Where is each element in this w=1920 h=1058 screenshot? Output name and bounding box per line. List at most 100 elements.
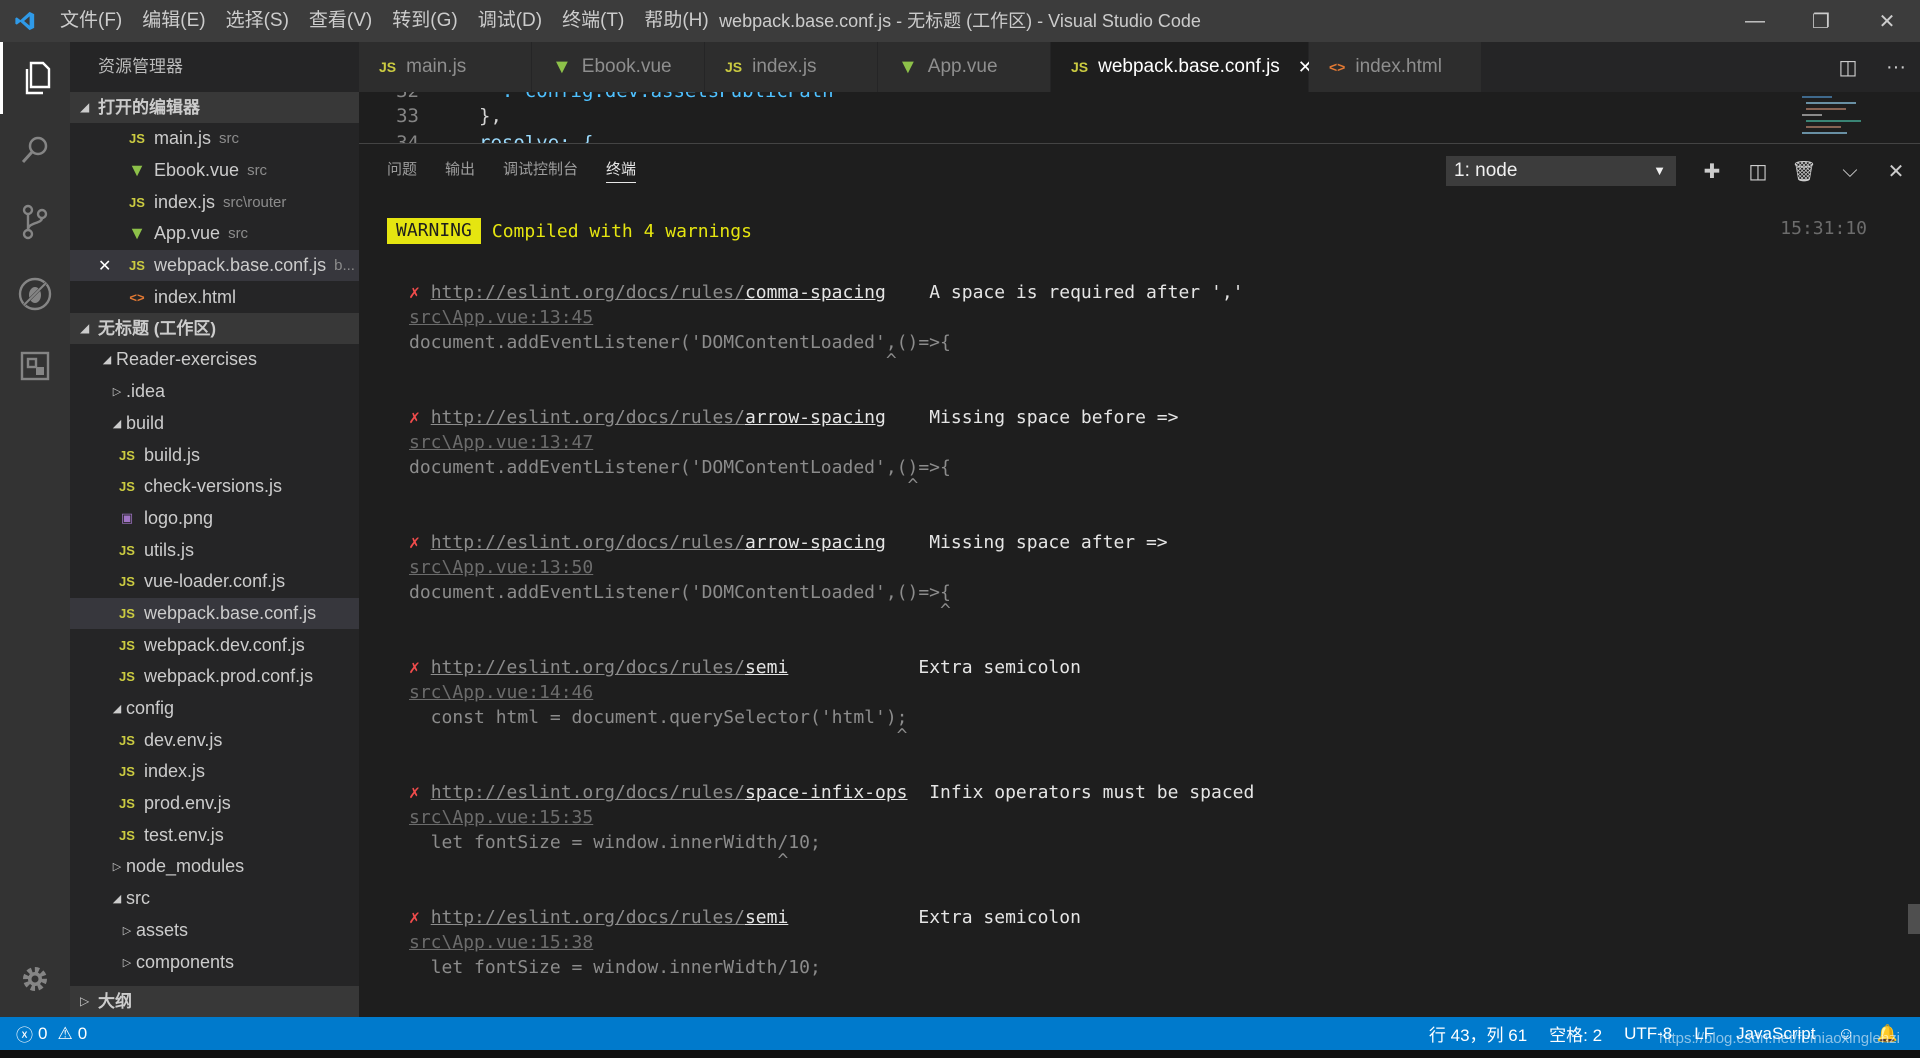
error-count: 0 bbox=[38, 1023, 48, 1043]
rule-url[interactable]: http://eslint.org/docs/rules/ bbox=[431, 907, 745, 928]
menu-selection[interactable]: 选择(S) bbox=[216, 0, 299, 42]
cursor-position[interactable]: 行 43，列 61 bbox=[1429, 1021, 1527, 1046]
tree-file[interactable]: JS utils.js bbox=[70, 534, 359, 566]
rule-name[interactable]: semi bbox=[745, 907, 788, 928]
lint-issue: ✗ http://eslint.org/docs/rules/semi Extr… bbox=[409, 905, 1809, 980]
minimap[interactable] bbox=[1800, 92, 1880, 143]
issue-location[interactable]: src\App.vue:15:38 bbox=[409, 932, 593, 953]
search-icon[interactable] bbox=[0, 114, 70, 186]
menu-go[interactable]: 转到(G) bbox=[382, 0, 467, 42]
tab-webpack-base-conf[interactable]: JS webpack.base.conf.js ✕ bbox=[1051, 42, 1313, 92]
open-editor-item[interactable]: ▼ Ebook.vue src bbox=[70, 155, 359, 187]
tab-app-vue[interactable]: ▼ App.vue bbox=[878, 42, 1051, 92]
issue-location[interactable]: src\App.vue:14:46 bbox=[409, 682, 593, 703]
js-file-icon: JS bbox=[119, 669, 135, 685]
tree-file[interactable]: JS dev.env.js bbox=[70, 724, 359, 756]
tree-folder[interactable]: ◢ build bbox=[70, 408, 359, 440]
tree-file[interactable]: JS check-versions.js bbox=[70, 471, 359, 503]
code-editor[interactable]: 32 : config.dev.assetsPublicPath 33 }, 3… bbox=[359, 92, 1920, 143]
open-editor-item-active[interactable]: ✕ JS webpack.base.conf.js b... bbox=[70, 249, 359, 282]
tree-file[interactable]: JS vue-loader.conf.js bbox=[70, 566, 359, 598]
restore-button[interactable]: ❐ bbox=[1788, 0, 1854, 42]
rule-name[interactable]: arrow-spacing bbox=[745, 407, 886, 428]
open-editor-item[interactable]: <> index.html bbox=[70, 281, 359, 313]
workspace-header[interactable]: ◢ 无标题 (工作区) bbox=[70, 313, 359, 345]
rule-name[interactable]: comma-spacing bbox=[745, 282, 886, 303]
terminal-scrollbar[interactable] bbox=[1908, 904, 1920, 934]
minimize-button[interactable]: — bbox=[1722, 0, 1788, 42]
tree-folder[interactable]: ▷ components bbox=[70, 946, 359, 978]
debug-icon[interactable] bbox=[0, 258, 70, 330]
rule-url[interactable]: http://eslint.org/docs/rules/ bbox=[431, 532, 745, 553]
rule-name[interactable]: semi bbox=[745, 657, 788, 678]
new-terminal-icon[interactable]: ✚ bbox=[1689, 154, 1735, 188]
rule-url[interactable]: http://eslint.org/docs/rules/ bbox=[431, 782, 745, 803]
tree-file[interactable]: JS webpack.prod.conf.js bbox=[70, 661, 359, 693]
tree-file[interactable]: JS build.js bbox=[70, 439, 359, 471]
lint-issue: ✗ http://eslint.org/docs/rules/space-inf… bbox=[409, 780, 1809, 870]
tab-ebook-vue[interactable]: ▼ Ebook.vue bbox=[532, 42, 705, 92]
chevron-down-icon: ◢ bbox=[102, 354, 112, 367]
rule-name[interactable]: space-infix-ops bbox=[745, 782, 908, 803]
menu-debug[interactable]: 调试(D) bbox=[468, 0, 552, 42]
tab-debug-console[interactable]: 调试控制台 bbox=[503, 144, 578, 196]
extensions-icon[interactable] bbox=[0, 330, 70, 402]
terminal-select[interactable]: 1: node ▼ bbox=[1446, 156, 1676, 186]
open-editor-item[interactable]: JS main.js src bbox=[70, 123, 359, 155]
tree-folder[interactable]: ▷ assets bbox=[70, 915, 359, 947]
explorer-icon[interactable] bbox=[0, 42, 70, 114]
tab-terminal[interactable]: 终端 bbox=[606, 144, 637, 196]
menu-file[interactable]: 文件(F) bbox=[50, 0, 132, 42]
menu-help[interactable]: 帮助(H) bbox=[634, 0, 718, 42]
tree-file[interactable]: ▣ logo.png bbox=[70, 503, 359, 535]
split-terminal-icon[interactable]: ◫ bbox=[1735, 154, 1781, 188]
tab-index-html[interactable]: <> index.html bbox=[1309, 42, 1482, 92]
maximize-panel-icon[interactable]: ⌵ bbox=[1827, 154, 1873, 188]
tab-index-js[interactable]: JS index.js bbox=[705, 42, 878, 92]
close-window-button[interactable]: ✕ bbox=[1854, 0, 1920, 42]
issue-location[interactable]: src\App.vue:13:50 bbox=[409, 557, 593, 578]
open-editor-item[interactable]: ▼ App.vue src bbox=[70, 218, 359, 250]
issue-caret: ^ bbox=[409, 725, 908, 746]
tree-file-selected[interactable]: JS webpack.base.conf.js bbox=[70, 597, 359, 630]
tree-folder[interactable]: ▷ .idea bbox=[70, 376, 359, 408]
issue-location[interactable]: src\App.vue:13:47 bbox=[409, 432, 593, 453]
issue-source: let fontSize = window.innerWidth/10; bbox=[409, 957, 821, 978]
tab-main-js[interactable]: JS main.js bbox=[359, 42, 532, 92]
problems-status[interactable]: ⓧ 0 ⚠ 0 bbox=[0, 1021, 87, 1046]
menu-view[interactable]: 查看(V) bbox=[299, 0, 382, 42]
menu-edit[interactable]: 编辑(E) bbox=[132, 0, 215, 42]
tree-file[interactable]: JS prod.env.js bbox=[70, 788, 359, 820]
indentation[interactable]: 空格: 2 bbox=[1549, 1021, 1602, 1046]
rule-url[interactable]: http://eslint.org/docs/rules/ bbox=[431, 282, 745, 303]
image-file-icon: ▣ bbox=[120, 510, 134, 526]
split-editor-icon[interactable]: ◫ bbox=[1824, 55, 1872, 80]
open-editors-header[interactable]: ◢ 打开的编辑器 bbox=[70, 92, 359, 123]
settings-gear-icon[interactable] bbox=[0, 949, 70, 1009]
chevron-down-icon: ◢ bbox=[112, 703, 122, 716]
more-actions-icon[interactable]: ··· bbox=[1872, 56, 1920, 79]
error-x-icon: ✗ bbox=[409, 907, 420, 928]
terminal-output[interactable]: WARNING Compiled with 4 warnings 15:31:1… bbox=[387, 196, 1867, 1018]
close-panel-icon[interactable]: ✕ bbox=[1873, 154, 1919, 188]
rule-url[interactable]: http://eslint.org/docs/rules/ bbox=[431, 407, 745, 428]
rule-url[interactable]: http://eslint.org/docs/rules/ bbox=[431, 657, 745, 678]
tree-folder[interactable]: ◢ Reader-exercises bbox=[70, 344, 359, 376]
tree-file[interactable]: JS index.js bbox=[70, 756, 359, 788]
tree-folder[interactable]: ◢ config bbox=[70, 693, 359, 725]
source-control-icon[interactable] bbox=[0, 186, 70, 258]
menu-terminal[interactable]: 终端(T) bbox=[552, 0, 634, 42]
tree-file[interactable]: JS webpack.dev.conf.js bbox=[70, 629, 359, 661]
outline-header[interactable]: ▷ 大纲 bbox=[70, 986, 359, 1017]
rule-name[interactable]: arrow-spacing bbox=[745, 532, 886, 553]
tab-problems[interactable]: 问题 bbox=[387, 144, 417, 196]
close-icon[interactable]: ✕ bbox=[98, 256, 111, 276]
tree-folder[interactable]: ▷ node_modules bbox=[70, 851, 359, 883]
tab-output[interactable]: 输出 bbox=[445, 144, 475, 196]
trash-icon[interactable]: 🗑 bbox=[1781, 154, 1827, 188]
open-editor-item[interactable]: JS index.js src\router bbox=[70, 186, 359, 218]
issue-location[interactable]: src\App.vue:15:35 bbox=[409, 807, 593, 828]
tree-folder[interactable]: ◢ src bbox=[70, 883, 359, 915]
tree-file[interactable]: JS test.env.js bbox=[70, 819, 359, 851]
issue-location[interactable]: src\App.vue:13:45 bbox=[409, 307, 593, 328]
